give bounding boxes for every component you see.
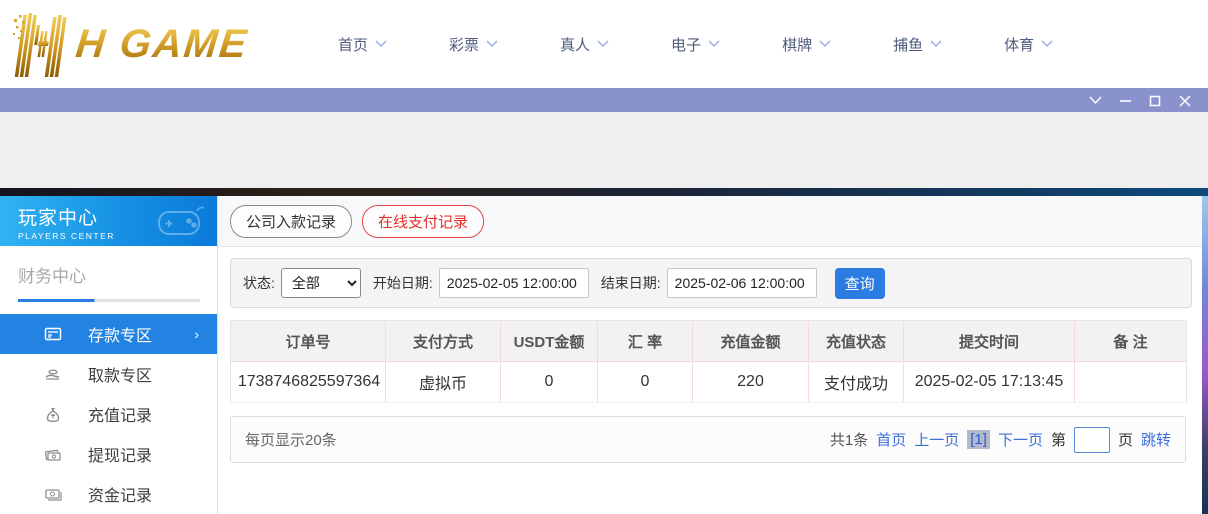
cell-rate: 0	[597, 361, 693, 403]
chevron-down-icon	[375, 40, 387, 48]
col-order-no: 订单号	[230, 320, 386, 362]
window-close-icon[interactable]	[1170, 88, 1200, 112]
status-select[interactable]: 全部	[280, 268, 361, 298]
cell-pay-method: 虚拟币	[385, 361, 501, 403]
sidebar-header: 玩家中心 PLAYERS CENTER	[0, 196, 217, 246]
total-count: 共1条	[829, 432, 869, 449]
chevron-down-icon	[1041, 40, 1053, 48]
money-bag-icon	[46, 408, 60, 423]
jump-go-link[interactable]: 跳转	[1141, 429, 1171, 450]
nav-item-live[interactable]: 真人	[560, 34, 609, 55]
next-page-link[interactable]: 下一页	[998, 429, 1043, 450]
sidebar-item-label: 充值记录	[88, 408, 153, 425]
logo-text: H GAME	[73, 21, 251, 66]
nav-item-lottery[interactable]: 彩票	[449, 34, 498, 55]
gamepad-icon	[158, 206, 205, 235]
top-header: H GAME 首页 彩票 真人 电子 棋牌 捕鱼 体育	[0, 0, 1208, 88]
sidebar-section-label: 财务中心	[18, 267, 86, 286]
table-header-row: 订单号 支付方式 USDT金额 汇 率 充值金额 充值状态 提交时间 备 注	[230, 320, 1187, 362]
sidebar-item-label: 存款专区	[88, 328, 153, 345]
tab-online-payment-records[interactable]: 在线支付记录	[362, 204, 485, 238]
cell-remark	[1074, 361, 1187, 403]
jump-suffix: 页	[1117, 432, 1133, 449]
first-page-link[interactable]: 首页	[876, 429, 906, 450]
dark-divider-strip	[0, 188, 1208, 196]
col-pay-method: 支付方式	[385, 320, 501, 362]
col-submit-time: 提交时间	[903, 320, 1075, 362]
window-minimize-icon[interactable]	[1110, 88, 1140, 112]
sidebar: 玩家中心 PLAYERS CENTER 财务中心 存款专区 › 取款专区 充值记…	[0, 196, 218, 514]
search-button[interactable]: 查询	[834, 267, 885, 299]
chevron-down-icon	[819, 40, 831, 48]
sidebar-item-label: 提现记录	[88, 448, 153, 465]
cell-recharge-amount: 220	[692, 361, 809, 403]
sidebar-item-label: 取款专区	[88, 368, 153, 385]
col-recharge-status: 充值状态	[808, 320, 904, 362]
per-page-label: 每页显示20条	[245, 432, 337, 449]
page-number-input[interactable]	[1073, 426, 1110, 453]
deposit-card-icon	[44, 327, 62, 341]
sidebar-item-withdraw[interactable]: 取款专区	[0, 354, 217, 394]
col-rate: 汇 率	[597, 320, 693, 362]
pagination-bar: 每页显示20条 共1条 首页 上一页 [1] 下一页 第 页 跳转	[230, 416, 1186, 463]
nav-item-cards[interactable]: 棋牌	[782, 34, 831, 55]
chevron-right-icon: ›	[194, 326, 199, 342]
jump-prefix: 第	[1050, 432, 1066, 449]
col-usdt-amount: USDT金额	[500, 320, 598, 362]
main-nav: 首页 彩票 真人 电子 棋牌 捕鱼 体育	[338, 34, 1053, 55]
prev-page-link[interactable]: 上一页	[914, 429, 959, 450]
window-maximize-icon[interactable]	[1140, 88, 1170, 112]
logo-h-bars-icon	[13, 13, 67, 77]
nav-item-home[interactable]: 首页	[338, 34, 387, 55]
cell-submit-time: 2025-02-05 17:13:45	[903, 361, 1075, 403]
tabs-row: 公司入款记录 在线支付记录	[218, 196, 1208, 247]
cell-usdt-amount: 0	[500, 361, 598, 403]
sidebar-menu: 存款专区 › 取款专区 充值记录 提现记录 资金记录	[0, 314, 217, 514]
main-panel: 公司入款记录 在线支付记录 状态: 全部 开始日期: 结束日期: 查询 订单号 …	[218, 196, 1208, 514]
sidebar-item-label: 资金记录	[88, 488, 153, 505]
nav-item-fishing[interactable]: 捕鱼	[893, 34, 942, 55]
nav-item-sports[interactable]: 体育	[1004, 34, 1053, 55]
chevron-down-icon	[486, 40, 498, 48]
window-titlebar	[0, 88, 1208, 112]
table-row: 1738746825597364 虚拟币 0 0 220 支付成功 2025-0…	[230, 361, 1187, 403]
tab-company-deposit-records[interactable]: 公司入款记录	[230, 204, 353, 238]
wallet-cards-icon	[44, 449, 61, 461]
nav-item-slots[interactable]: 电子	[671, 34, 720, 55]
status-label: 状态:	[243, 275, 275, 291]
window-collapse-icon[interactable]	[1080, 88, 1110, 112]
logo[interactable]: H GAME	[10, 11, 290, 77]
end-date-input[interactable]	[666, 268, 817, 298]
start-date-input[interactable]	[438, 268, 589, 298]
chevron-down-icon	[708, 40, 720, 48]
col-recharge-amount: 充值金额	[692, 320, 809, 362]
sidebar-item-recharge-records[interactable]: 充值记录	[0, 394, 217, 434]
current-page-indicator: [1]	[967, 430, 990, 449]
background-image-edge	[1202, 196, 1208, 514]
sidebar-section: 财务中心	[0, 246, 217, 302]
banknote-icon	[45, 489, 62, 501]
col-remark: 备 注	[1074, 320, 1187, 362]
sidebar-section-underline	[18, 299, 200, 302]
background-band	[0, 112, 1208, 188]
sidebar-item-funds-records[interactable]: 资金记录	[0, 474, 217, 514]
chevron-down-icon	[930, 40, 942, 48]
cell-order-no: 1738746825597364	[230, 361, 386, 403]
chevron-down-icon	[597, 40, 609, 48]
sidebar-item-withdrawal-records[interactable]: 提现记录	[0, 434, 217, 474]
hand-money-icon	[45, 369, 60, 380]
records-table: 订单号 支付方式 USDT金额 汇 率 充值金额 充值状态 提交时间 备 注 1…	[230, 320, 1187, 403]
filter-bar: 状态: 全部 开始日期: 结束日期: 查询	[230, 258, 1192, 308]
start-date-label: 开始日期:	[372, 275, 433, 291]
cell-recharge-status: 支付成功	[808, 361, 904, 403]
end-date-label: 结束日期:	[600, 275, 661, 291]
sidebar-item-deposit[interactable]: 存款专区 ›	[0, 314, 217, 354]
